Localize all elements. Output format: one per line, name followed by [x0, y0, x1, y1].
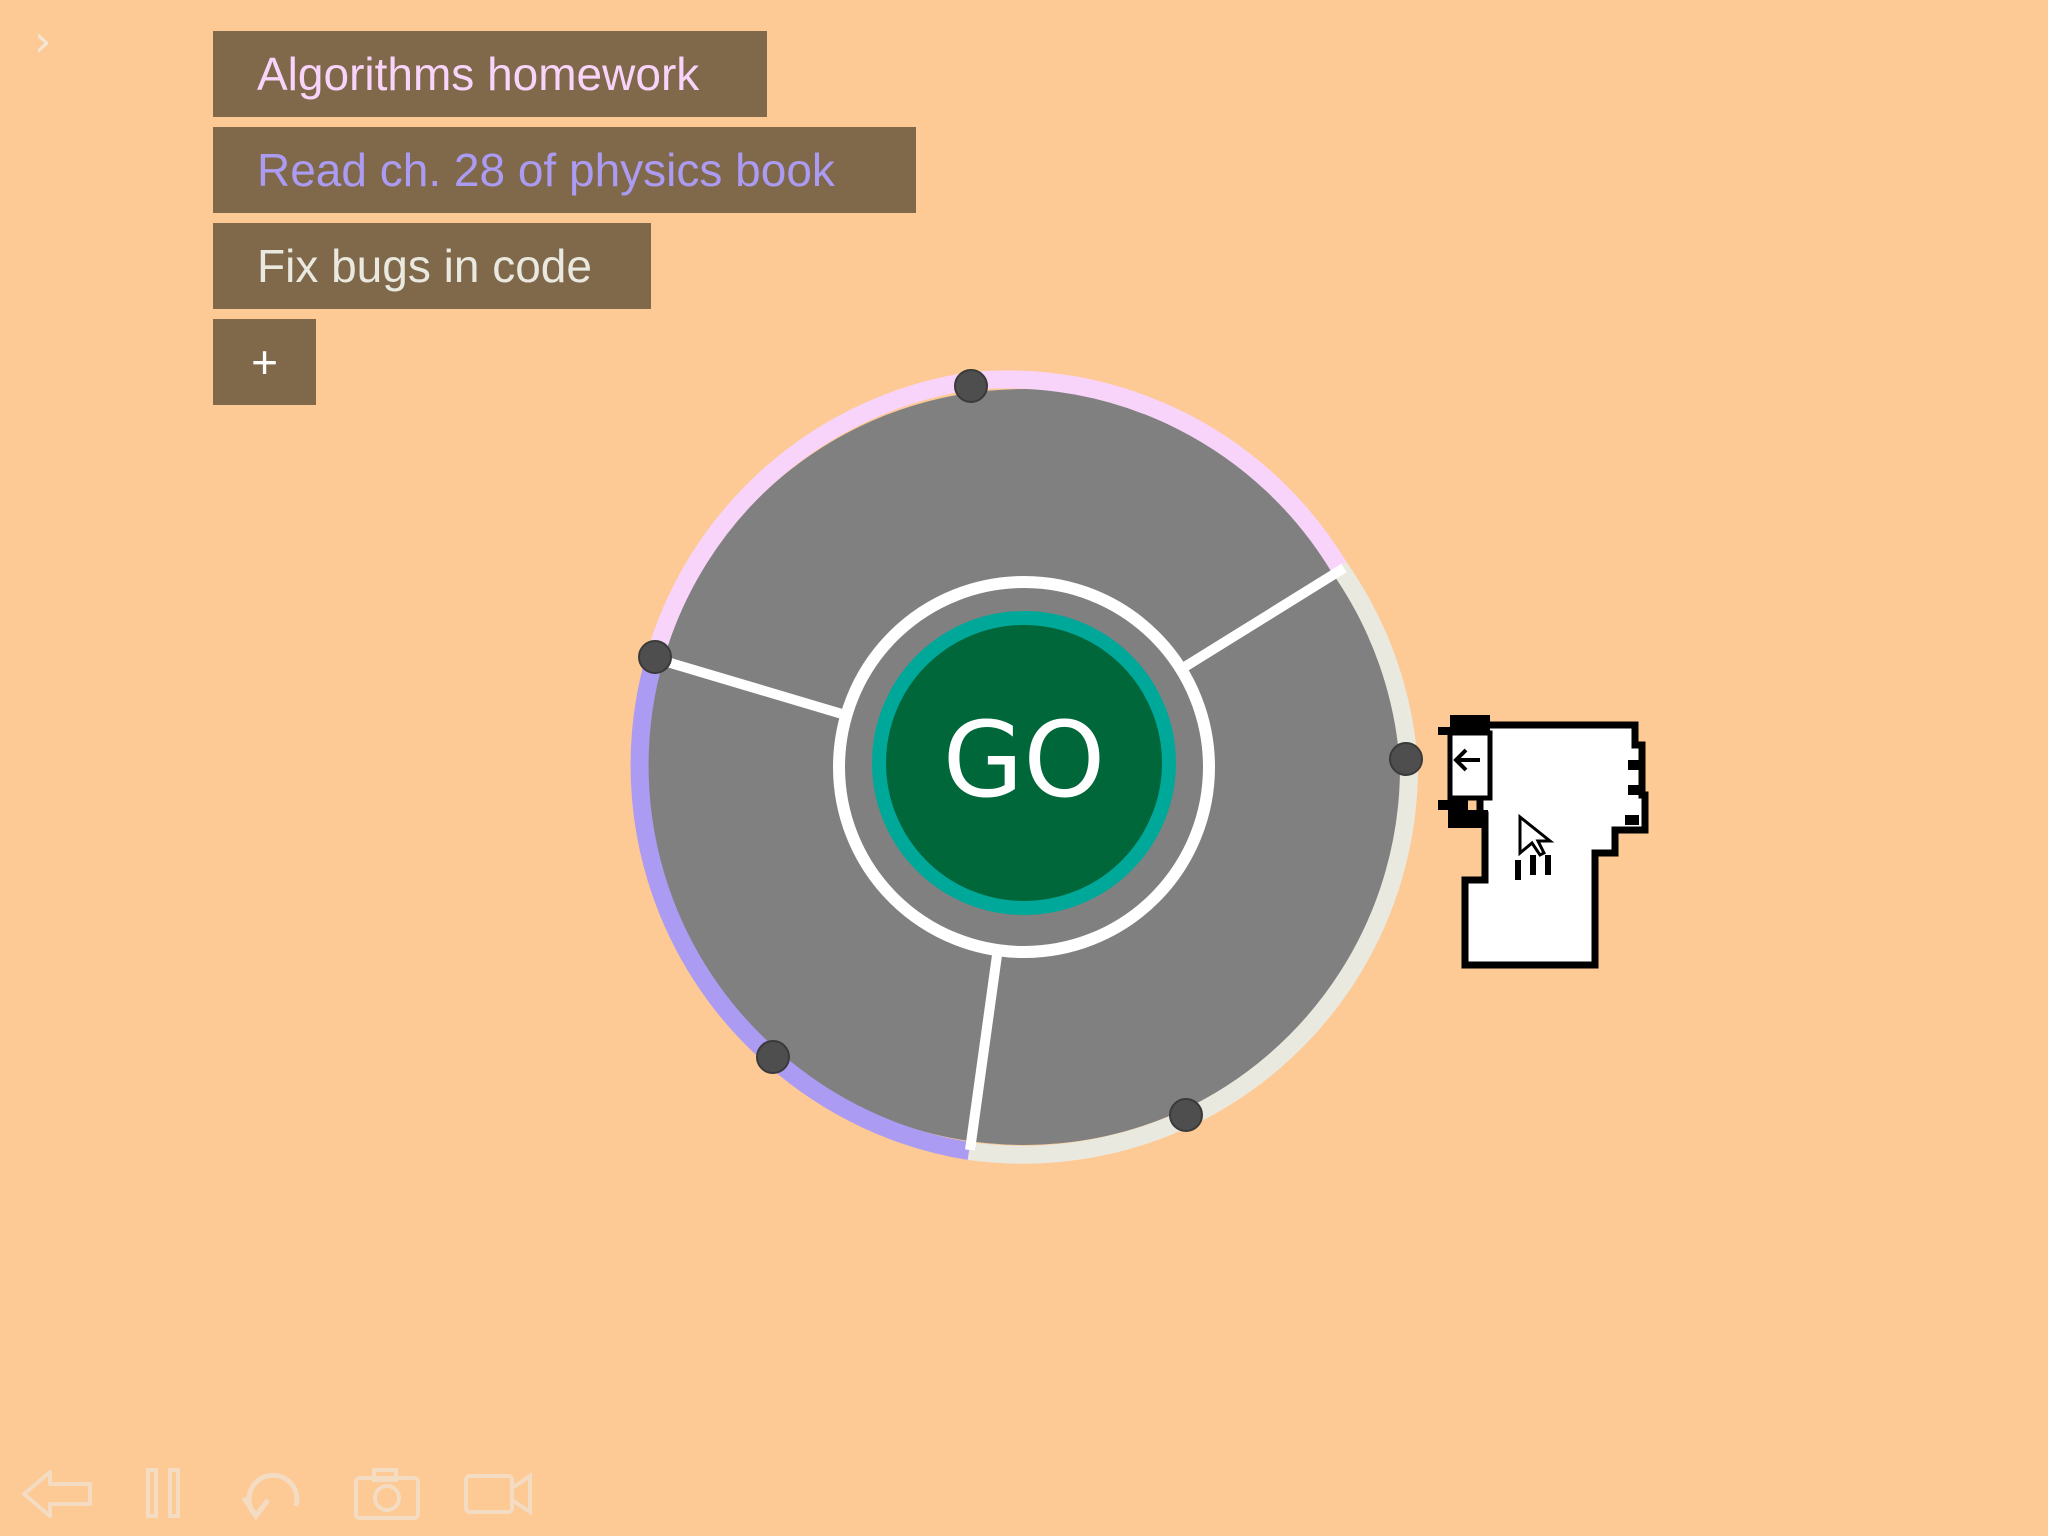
pause-icon[interactable] — [144, 1466, 184, 1522]
arc-handle[interactable] — [1389, 742, 1423, 776]
undo-icon[interactable] — [240, 1466, 310, 1526]
hand-pointer-icon — [1438, 715, 1649, 969]
arc-handle[interactable] — [954, 369, 988, 403]
video-camera-icon[interactable] — [462, 1466, 534, 1522]
back-arrow-icon[interactable] — [20, 1466, 94, 1522]
arc-handle[interactable] — [638, 640, 672, 674]
camera-icon[interactable] — [352, 1466, 422, 1522]
arc-handle[interactable] — [1169, 1098, 1203, 1132]
go-label[interactable]: GO — [874, 700, 1174, 820]
arc-handle[interactable] — [756, 1040, 790, 1074]
